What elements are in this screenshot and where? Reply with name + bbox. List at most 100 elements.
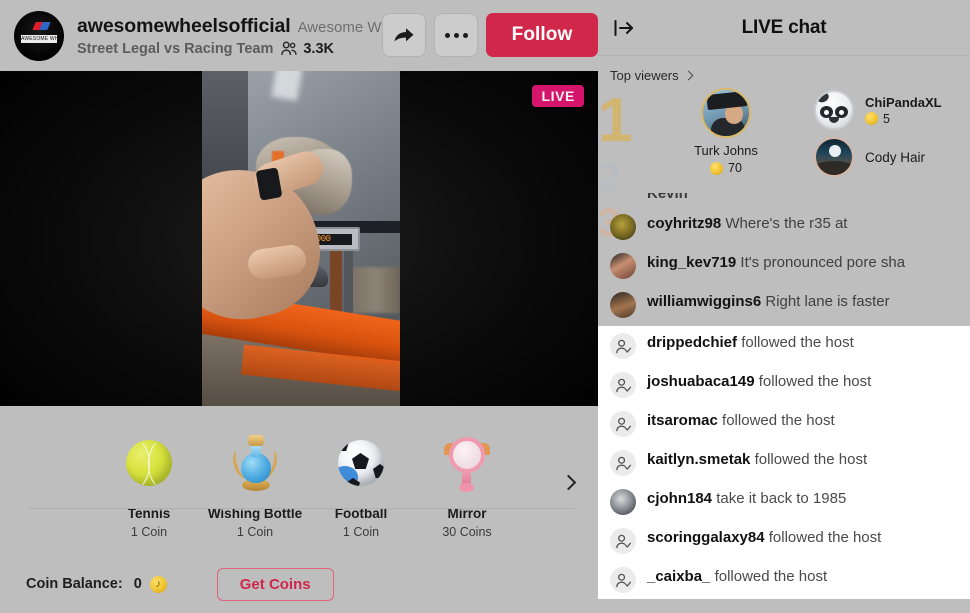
video-background-clutter bbox=[352, 267, 400, 313]
chat-message-body: kaitlyn.smetak followed the host bbox=[647, 449, 867, 470]
coin-balance-bar: Coin Balance: 0 ♪ Get Coins bbox=[0, 555, 598, 613]
chat-header: LIVE chat bbox=[598, 0, 970, 56]
host-avatar[interactable]: AWESOME WHEELS bbox=[14, 10, 64, 61]
gift-price: 30 Coins bbox=[442, 525, 492, 539]
header-actions: Follow bbox=[382, 13, 598, 57]
chat-message-body: scoringgalaxy84 followed the host bbox=[647, 527, 881, 548]
chat-text: followed the host bbox=[722, 412, 835, 429]
gift-item-mirror[interactable]: Mirror 30 Coins bbox=[414, 432, 520, 539]
viewers-icon bbox=[281, 41, 297, 56]
person-check-icon bbox=[610, 528, 636, 554]
top-viewer-2[interactable]: ChiPandaXL 5 bbox=[814, 90, 942, 130]
top-viewers-podium: 1 2 3 Turk Johns 70 ChiPandaXL 5 Cody Ha… bbox=[598, 85, 970, 245]
person-check-icon bbox=[610, 411, 636, 437]
avatar[interactable] bbox=[610, 253, 636, 279]
mirror-gift-icon bbox=[414, 432, 520, 494]
cutoff-text: Kevin bbox=[647, 193, 688, 202]
chat-message-body: drippedchief followed the host bbox=[647, 332, 854, 353]
coin-amount: 5 bbox=[883, 111, 890, 126]
viewer-count-group: 3.3K bbox=[281, 41, 334, 57]
avatar[interactable] bbox=[610, 292, 636, 318]
person-check-icon bbox=[610, 333, 636, 359]
chat-username[interactable]: king_kev719 bbox=[647, 254, 736, 271]
gift-price: 1 Coin bbox=[130, 525, 168, 539]
avatar[interactable] bbox=[610, 214, 636, 240]
gift-divider bbox=[28, 508, 574, 509]
chat-message-body: joshuabaca149 followed the host bbox=[647, 371, 871, 392]
host-username[interactable]: awesomewheelsofficial bbox=[77, 15, 291, 38]
chat-cutoff-message: Kevin bbox=[598, 193, 970, 207]
more-options-icon bbox=[444, 32, 468, 38]
chat-text: followed the host bbox=[741, 334, 854, 351]
coin-balance-label: Coin Balance: bbox=[26, 576, 123, 592]
chat-username[interactable]: itsaromac bbox=[647, 412, 718, 429]
chat-message-body: _caixba_ followed the host bbox=[647, 566, 827, 587]
chat-text: Right lane is faster bbox=[765, 293, 890, 310]
top-viewer-info: ChiPandaXL 5 bbox=[865, 95, 942, 126]
video-frame: 00000 bbox=[202, 71, 400, 406]
get-coins-button[interactable]: Get Coins bbox=[216, 567, 334, 601]
chat-text: followed the host bbox=[768, 529, 882, 546]
gift-item-wishing-bottle[interactable]: Wishing Bottle 1 Coin bbox=[202, 432, 308, 539]
top-viewer-coins: 5 bbox=[865, 112, 942, 126]
top-viewer-1[interactable]: Turk Johns 70 bbox=[678, 88, 774, 175]
viewer-count: 3.3K bbox=[303, 40, 334, 57]
avatar[interactable] bbox=[610, 489, 636, 515]
chat-message-body: king_kev719 It's pronounced pore sha bbox=[647, 252, 905, 273]
top-viewers-header[interactable]: Top viewers bbox=[598, 68, 970, 83]
chat-message-body: itsaromac followed the host bbox=[647, 410, 835, 431]
chat-username[interactable]: joshuabaca149 bbox=[647, 373, 755, 390]
gift-item-football[interactable]: Football 1 Coin bbox=[308, 432, 414, 539]
tennis-ball-gift-icon bbox=[96, 432, 202, 494]
chat-scrollbar[interactable] bbox=[963, 333, 968, 605]
chat-username[interactable]: williamwiggins6 bbox=[647, 293, 761, 310]
tiktok-coin-icon: ♪ bbox=[149, 575, 167, 593]
coin-balance-value: 0 bbox=[133, 576, 142, 592]
stream-title: Street Legal vs Racing Team bbox=[77, 40, 274, 57]
chat-message: king_kev719 It's pronounced pore sha bbox=[598, 246, 970, 285]
coin-icon bbox=[710, 161, 724, 175]
follow-notification: kaitlyn.smetak followed the host bbox=[598, 443, 970, 482]
chat-message-list[interactable]: Kevin coyhritz98 Where's the r35 at king… bbox=[598, 193, 970, 613]
chat-message-body: williamwiggins6 Right lane is faster bbox=[647, 291, 890, 312]
host-name-row: awesomewheelsofficial Awesome Wheels bbox=[77, 15, 417, 38]
follow-button[interactable]: Follow bbox=[486, 13, 598, 57]
top-viewer-name: ChiPandaXL bbox=[865, 94, 942, 110]
chat-username[interactable]: cjohn184 bbox=[647, 490, 712, 507]
follow-notification: itsaromac followed the host bbox=[598, 404, 970, 443]
gift-panel: Tennis 1 Coin Wishing Bottle 1 Coin Foot… bbox=[0, 406, 598, 555]
coin-icon bbox=[865, 112, 878, 125]
more-options-button[interactable] bbox=[434, 13, 478, 57]
avatar bbox=[814, 90, 854, 130]
chat-highlight-block: drippedchief followed the host joshuabac… bbox=[598, 326, 970, 599]
top-viewers-section: Top viewers 1 2 3 Turk Johns 70 ChiPanda… bbox=[598, 56, 970, 245]
chat-username[interactable]: drippedchief bbox=[647, 334, 737, 351]
chat-username[interactable]: scoringgalaxy84 bbox=[647, 529, 765, 546]
top-viewer-3[interactable]: Cody Hair bbox=[814, 137, 925, 177]
gift-price: 1 Coin bbox=[236, 525, 274, 539]
share-button[interactable] bbox=[382, 13, 426, 57]
avatar bbox=[701, 88, 751, 138]
chat-title: LIVE chat bbox=[741, 16, 827, 38]
gift-next-page-button[interactable] bbox=[558, 472, 580, 494]
chat-username[interactable]: coyhritz98 bbox=[647, 215, 721, 232]
top-viewers-label: Top viewers bbox=[610, 68, 679, 83]
collapse-panel-button[interactable] bbox=[612, 16, 636, 40]
chat-message: coyhritz98 Where's the r35 at bbox=[598, 207, 970, 246]
video-post-2 bbox=[344, 247, 353, 313]
person-check-icon bbox=[610, 450, 636, 476]
gift-item-tennis[interactable]: Tennis 1 Coin bbox=[96, 432, 202, 539]
follow-notification: drippedchief followed the host bbox=[598, 326, 970, 365]
live-chat-panel: LIVE chat Top viewers 1 2 3 Turk Johns 7… bbox=[598, 0, 970, 613]
live-video-player[interactable]: 00000 LIVE bbox=[0, 71, 598, 406]
chat-text: followed the host bbox=[754, 451, 868, 468]
chat-username[interactable]: kaitlyn.smetak bbox=[647, 451, 750, 468]
collapse-panel-icon bbox=[614, 20, 633, 36]
top-viewer-name: Turk Johns bbox=[694, 143, 758, 158]
coin-amount: 70 bbox=[728, 161, 742, 175]
chevron-right-icon bbox=[683, 70, 694, 81]
chat-message: williamwiggins6 Right lane is faster bbox=[598, 285, 970, 324]
chat-text: It's pronounced pore sha bbox=[740, 254, 906, 271]
chat-text: take it back to 1985 bbox=[716, 490, 847, 507]
chat-username[interactable]: _caixba_ bbox=[647, 568, 710, 585]
